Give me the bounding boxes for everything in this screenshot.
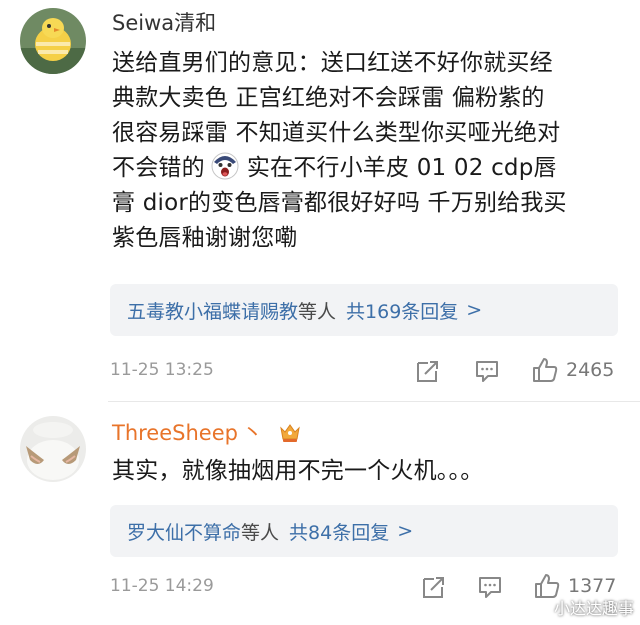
share-icon[interactable] <box>415 358 441 384</box>
reply-count: 共169条回复 <box>346 300 459 323</box>
comment-text: 其实，就像抽烟用不完一个火机。。。 <box>112 454 483 489</box>
username[interactable]: ThreeSheep 丶 <box>112 420 302 446</box>
username[interactable]: Seiwa清和 <box>112 10 216 36</box>
text-line-with-emoji: 不会错的 实在不行小羊皮 01 02 cdp唇 <box>112 151 567 186</box>
thumbs-up-icon[interactable] <box>531 356 559 384</box>
comment-meta: 11-25 13:25 2465 <box>0 356 640 386</box>
comment-2: ThreeSheep 丶 其实，就像抽烟用不完一个火机。。。 罗大仙不算命 等人 … <box>0 402 640 625</box>
chick-avatar-image <box>20 8 86 74</box>
reply-count: 共84条回复 <box>289 521 390 544</box>
view-replies-button[interactable]: 五毒教小福蝶请赐教 等人 共169条回复 > <box>110 284 618 336</box>
chevron-right-icon: > <box>466 299 483 321</box>
comment-text: 送给直男们的意见：送口红送不好你就买经 典款大卖色 正宫红绝对不会踩雷 偏粉紫的… <box>112 46 567 256</box>
timestamp: 11-25 14:29 <box>110 576 214 596</box>
timestamp: 11-25 13:25 <box>110 360 214 380</box>
crown-badge-icon[interactable] <box>278 420 302 444</box>
share-icon[interactable] <box>421 574 447 600</box>
like-count: 2465 <box>566 359 615 381</box>
comment-icon[interactable] <box>474 358 500 384</box>
avatar[interactable] <box>20 416 86 482</box>
username-text: ThreeSheep <box>112 421 238 445</box>
username-text: Seiwa清和 <box>112 11 217 35</box>
text-line: 典款大卖色 正宫红绝对不会踩雷 偏粉紫的 <box>112 85 545 111</box>
like-count: 1377 <box>568 575 617 597</box>
text-line: 送给直男们的意见：送口红送不好你就买经 <box>112 50 553 76</box>
text-line: 其实，就像抽烟用不完一个火机。。。 <box>112 458 484 484</box>
chevron-right-icon: > <box>397 520 414 542</box>
avatar[interactable] <box>20 8 86 74</box>
reply-connector: 等人 <box>298 300 337 323</box>
comment-meta: 11-25 14:29 1377 <box>0 572 640 602</box>
sheep-avatar-image <box>20 416 86 482</box>
grimace-emoji-icon <box>211 152 239 180</box>
reply-author: 五毒教小福蝶请赐教 <box>127 300 299 323</box>
text-segment: 不会错的 <box>112 155 205 181</box>
comment-1: Seiwa清和 送给直男们的意见：送口红送不好你就买经 典款大卖色 正宫红绝对不… <box>0 0 640 400</box>
reply-connector: 等人 <box>241 521 280 544</box>
text-line: 膏 dior的变色唇膏都很好好吗 千万别给我买 <box>112 190 567 216</box>
view-replies-button[interactable]: 罗大仙不算命 等人 共84条回复 > <box>110 505 618 557</box>
comment-icon[interactable] <box>477 574 503 600</box>
watermark: 小达达趣事 <box>553 599 634 618</box>
reply-author: 罗大仙不算命 <box>127 521 242 544</box>
username-suffix: 丶 <box>241 421 263 445</box>
text-line: 很容易踩雷 不知道买什么类型你买哑光绝对 <box>112 120 561 146</box>
text-segment: 实在不行小羊皮 01 02 cdp唇 <box>246 155 557 181</box>
text-line: 紫色唇釉谢谢您嘞 <box>112 225 298 251</box>
